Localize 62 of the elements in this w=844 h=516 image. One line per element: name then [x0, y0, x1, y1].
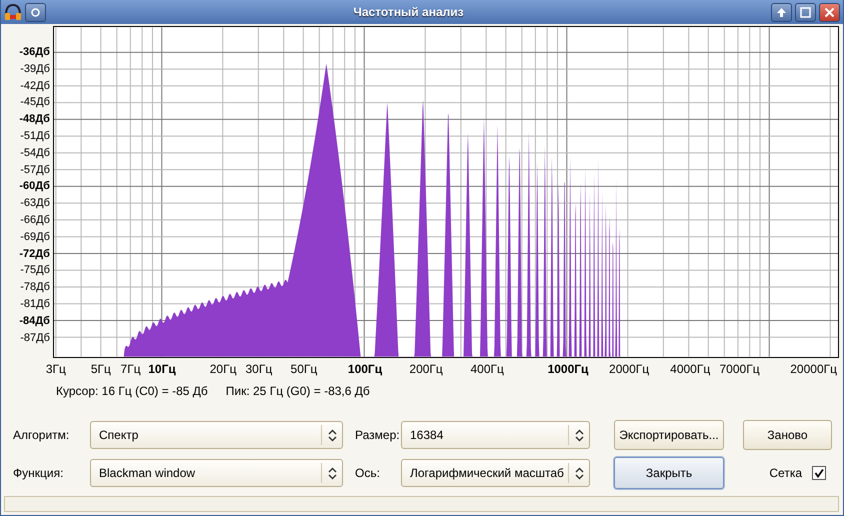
dropdown[interactable]: 16384	[401, 421, 590, 449]
axis-label: 20Гц	[210, 362, 236, 376]
axis-label: -66Дб	[20, 214, 50, 226]
maximize-icon	[800, 6, 811, 18]
axis-label: -45Дб	[20, 96, 50, 108]
axis-label: 200Гц	[409, 362, 443, 376]
axis-label: 3Гц	[46, 362, 66, 376]
axis-label: 50Гц	[290, 362, 318, 376]
close-button[interactable]	[819, 2, 840, 22]
field-label: Функция:	[13, 466, 64, 480]
field-label: Ось:	[355, 466, 380, 480]
button[interactable]: Экспортировать...	[614, 420, 724, 450]
axis-label: 4000Гц	[670, 362, 710, 376]
axis-label: 7Гц	[120, 362, 141, 376]
axis-label: 7000Гц	[720, 362, 760, 376]
axis-label: -78Дб	[20, 281, 50, 294]
axis-label: -42Дб	[20, 80, 50, 92]
axis-label: -39Дб	[20, 62, 50, 75]
axis-label: 10Гц	[148, 362, 176, 376]
spinner-arrows-icon	[328, 466, 336, 480]
field-label: Алгоритм:	[13, 428, 70, 442]
axis-label: 30Гц	[245, 362, 272, 376]
axis-label: -51Дб	[20, 130, 50, 142]
spinner-arrows-icon	[574, 466, 584, 480]
axis-label: 400Гц	[470, 362, 504, 376]
axis-label: -81Дб	[20, 298, 50, 310]
dropdown[interactable]: Blackman window	[90, 459, 343, 487]
axis-label: 100Гц	[348, 362, 382, 376]
axis-label: -60Дб	[19, 180, 50, 192]
axis-label: -54Дб	[20, 146, 50, 159]
axis-label: -57Дб	[20, 164, 50, 176]
maximize-button[interactable]	[795, 2, 816, 22]
axis-label: -84Дб	[19, 314, 50, 327]
axis-label: 2000Гц	[609, 362, 650, 376]
shade-button[interactable]	[771, 2, 792, 22]
button[interactable]: Закрыть	[614, 457, 724, 489]
dropdown[interactable]: Спектр	[90, 421, 343, 449]
peak-readout: Пик: 25 Гц (G0) = -83,6 Дб	[226, 384, 370, 400]
window-menu-button[interactable]	[25, 2, 46, 22]
arrow-up-icon	[776, 6, 787, 18]
axis-label: -48Дб	[19, 113, 50, 126]
window-title: Частотный анализ	[352, 5, 465, 19]
cursor-readout: Курсор: 16 Гц (C0) = -85 Дб	[56, 384, 208, 400]
axis-label: -69Дб	[20, 230, 50, 243]
axis-label: -63Дб	[20, 197, 50, 210]
field-label: Размер:	[355, 428, 400, 442]
close-icon	[824, 6, 835, 18]
axis-label: 20000Гц	[790, 362, 837, 376]
axis-label: -36Дб	[19, 46, 50, 58]
headphones-icon[interactable]	[4, 3, 22, 21]
axis-label: -75Дб	[20, 264, 50, 276]
checkbox-label: Сетка	[769, 466, 802, 480]
axis-label: -87Дб	[20, 332, 50, 344]
axis-label: 1000Гц	[548, 362, 588, 376]
spinner-arrows-icon	[574, 428, 584, 442]
grid-checkbox[interactable]	[812, 466, 826, 480]
spinner-arrows-icon	[328, 428, 336, 442]
circle-icon	[31, 8, 40, 16]
button[interactable]: Заново	[743, 420, 832, 450]
axis-label: 5Гц	[90, 362, 111, 376]
axis-label: -72Дб	[19, 248, 50, 260]
dropdown[interactable]: Логарифмический масштаб	[401, 459, 590, 487]
